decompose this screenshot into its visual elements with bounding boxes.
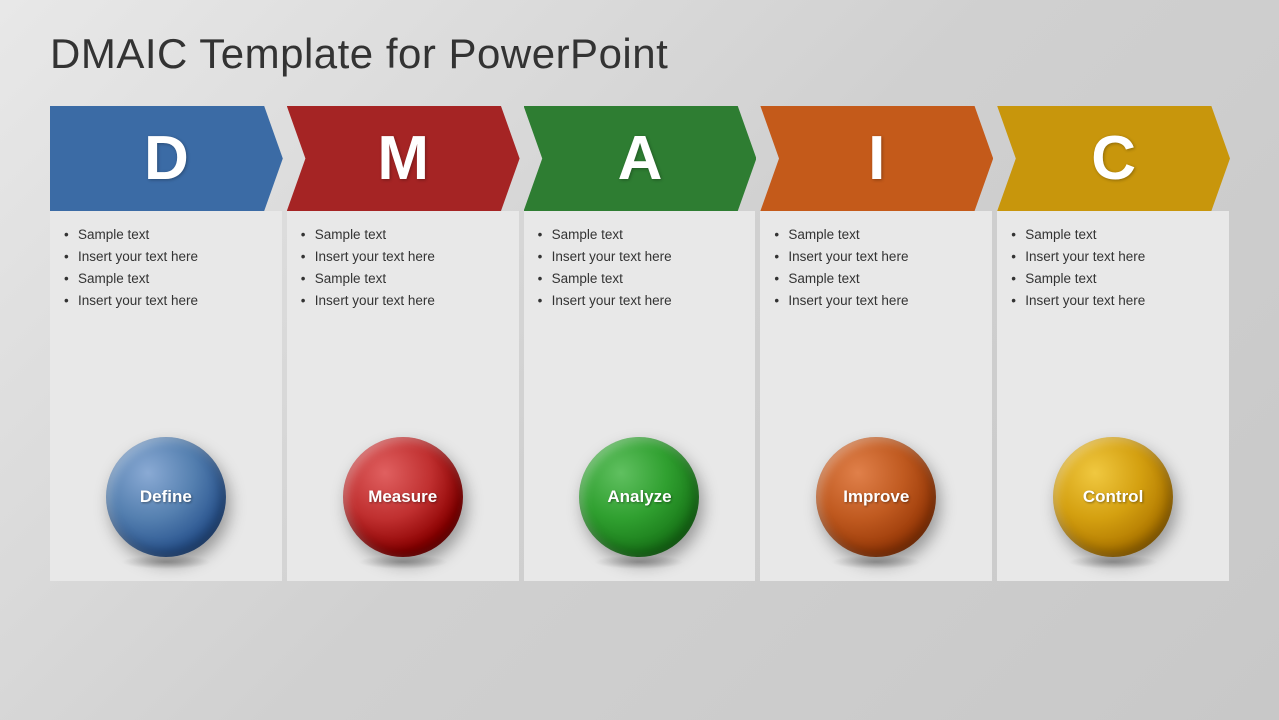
arrow-header-m: M	[287, 106, 520, 211]
content-area-m: Sample textInsert your text hereSample t…	[287, 211, 519, 421]
ball-analyze: Analyze	[579, 437, 699, 557]
bullet-item: Sample text	[301, 269, 505, 290]
ball-area-measure: Measure	[287, 421, 519, 581]
ball-area-control: Control	[997, 421, 1229, 581]
content-area-i: Sample textInsert your text hereSample t…	[760, 211, 992, 421]
column-d: DSample textInsert your text hereSample …	[50, 106, 282, 581]
slide-title: DMAIC Template for PowerPoint	[50, 30, 1229, 78]
bullet-item: Insert your text here	[64, 247, 268, 268]
bullet-item: Insert your text here	[774, 247, 978, 268]
letter-c: C	[1091, 123, 1136, 194]
ball-label-control: Control	[1083, 487, 1143, 507]
ball-label-improve: Improve	[843, 487, 909, 507]
ball-shadow-control	[1068, 555, 1158, 569]
arrow-header-c: C	[997, 106, 1230, 211]
bullet-item: Insert your text here	[538, 247, 742, 268]
ball-control: Control	[1053, 437, 1173, 557]
bullet-item: Insert your text here	[1011, 247, 1215, 268]
letter-m: M	[377, 123, 429, 194]
ball-label-analyze: Analyze	[607, 487, 671, 507]
letter-a: A	[618, 123, 663, 194]
slide: DMAIC Template for PowerPoint D Sample te…	[0, 0, 1279, 720]
bullet-item: Insert your text here	[301, 247, 505, 268]
bullet-item: Sample text	[64, 269, 268, 290]
column-a: ASample textInsert your text hereSample …	[524, 106, 756, 581]
column-m: MSample textInsert your text hereSample …	[287, 106, 519, 581]
bullet-item: Insert your text here	[301, 291, 505, 312]
content-area-a: Sample textInsert your text hereSample t…	[524, 211, 756, 421]
ball-define: Define	[106, 437, 226, 557]
column-i: ISample textInsert your text hereSample …	[760, 106, 992, 581]
arrow-header-d: D	[50, 106, 283, 211]
bullet-item: Insert your text here	[538, 291, 742, 312]
ball-area-improve: Improve	[760, 421, 992, 581]
arrow-header-a: A	[524, 106, 757, 211]
ball-label-measure: Measure	[368, 487, 437, 507]
bullet-item: Sample text	[301, 225, 505, 246]
ball-shadow-measure	[358, 555, 448, 569]
ball-shadow-analyze	[594, 555, 684, 569]
letter-d: D	[144, 123, 189, 194]
letter-i: I	[868, 123, 885, 194]
bullet-item: Sample text	[774, 269, 978, 290]
arrow-header-i: I	[760, 106, 993, 211]
bullet-item: Insert your text here	[774, 291, 978, 312]
column-c: CSample textInsert your text hereSample …	[997, 106, 1229, 581]
bullet-item: Sample text	[538, 225, 742, 246]
bullet-item: Insert your text here	[1011, 291, 1215, 312]
bullet-item: Sample text	[1011, 269, 1215, 290]
ball-measure: Measure	[343, 437, 463, 557]
ball-area-analyze: Analyze	[524, 421, 756, 581]
ball-shadow-improve	[831, 555, 921, 569]
columns-wrapper: DSample textInsert your text hereSample …	[50, 106, 1229, 581]
ball-area-define: Define	[50, 421, 282, 581]
ball-label-define: Define	[140, 487, 192, 507]
bullet-item: Sample text	[64, 225, 268, 246]
bullet-item: Sample text	[1011, 225, 1215, 246]
bullet-item: Sample text	[538, 269, 742, 290]
ball-shadow-define	[121, 555, 211, 569]
bullet-item: Insert your text here	[64, 291, 268, 312]
bullet-item: Sample text	[774, 225, 978, 246]
content-area-c: Sample textInsert your text hereSample t…	[997, 211, 1229, 421]
content-area-d: Sample textInsert your text hereSample t…	[50, 211, 282, 421]
ball-improve: Improve	[816, 437, 936, 557]
